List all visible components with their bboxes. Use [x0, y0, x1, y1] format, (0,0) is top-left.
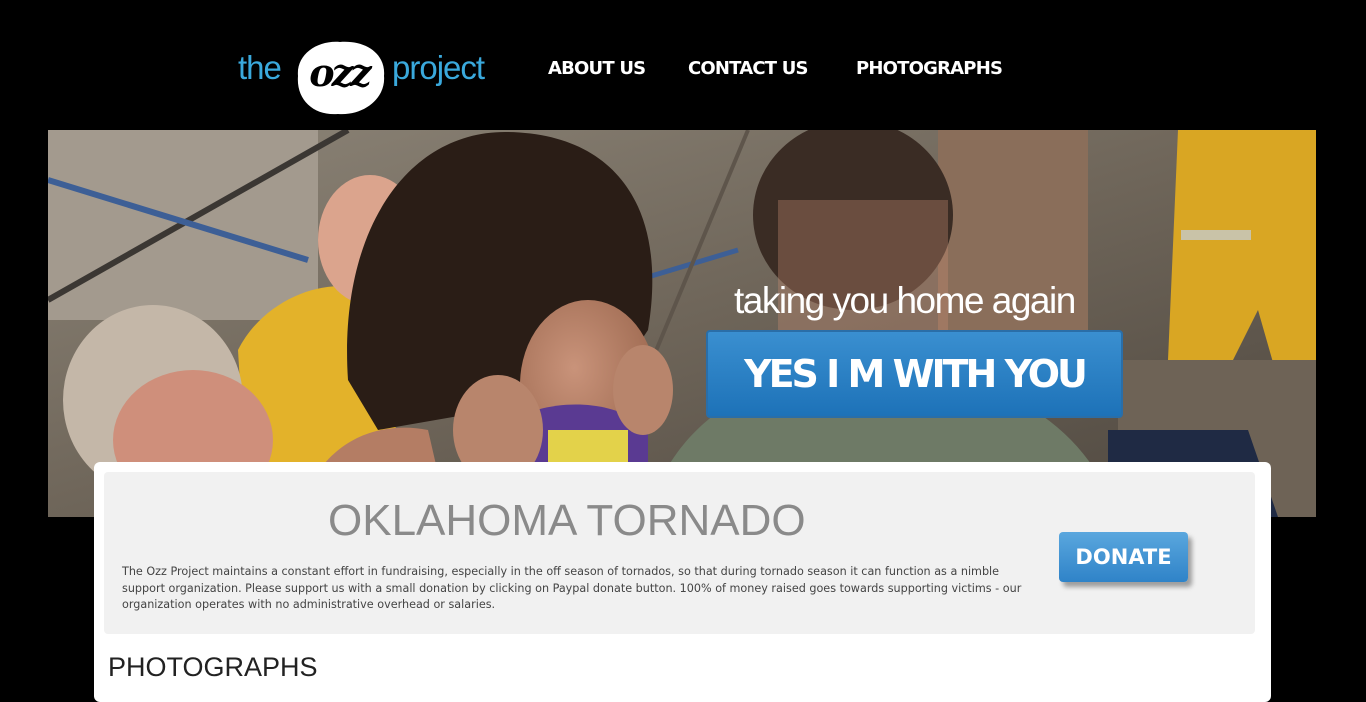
hero-banner: taking you home again YES I M WITH YOU: [48, 130, 1316, 517]
logo-mark: ozz: [309, 50, 372, 95]
content-card: OKLAHOMA TORNADO The Ozz Project maintai…: [94, 462, 1271, 702]
nav-about-us[interactable]: ABOUT US: [548, 58, 646, 79]
nav-photographs[interactable]: PHOTOGRAPHS: [856, 58, 1003, 79]
hero-tagline: taking you home again: [734, 280, 1076, 321]
description-text: The Ozz Project maintains a constant eff…: [122, 565, 1022, 611]
logo-prefix: the: [238, 49, 282, 86]
tornado-panel: OKLAHOMA TORNADO The Ozz Project maintai…: [104, 472, 1255, 634]
hero-photo: [48, 130, 1316, 517]
photographs-heading: PHOTOGRAPHS: [108, 652, 318, 682]
donate-button[interactable]: DONATE: [1059, 532, 1188, 582]
yes-im-with-you-button[interactable]: YES I M WITH YOU: [706, 330, 1123, 418]
logo-suffix: project: [392, 49, 485, 86]
site-logo[interactable]: the ozz project: [236, 36, 496, 126]
page-title: OKLAHOMA TORNADO: [328, 496, 806, 545]
nav-contact-us[interactable]: CONTACT US: [688, 58, 809, 79]
